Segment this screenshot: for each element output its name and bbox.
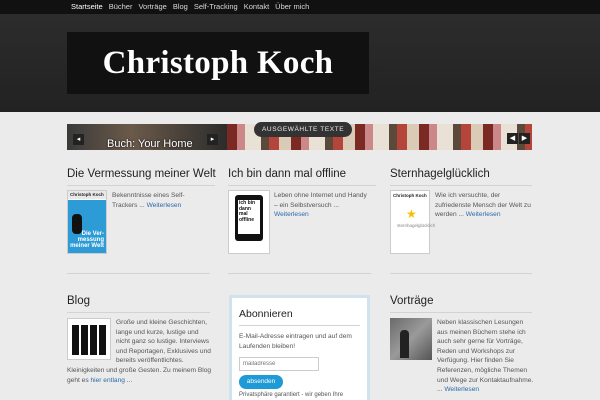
nav-item-buecher[interactable]: Bücher: [109, 0, 133, 14]
blog-description: Große und kleine Geschichten, lange und …: [67, 318, 212, 385]
talks-section: Vorträge: [390, 295, 532, 313]
logo-text: Christoph Koch: [102, 44, 334, 81]
book-description: Wie ich versuchte, der zufriedenste Mens…: [435, 191, 532, 220]
top-nav: Startseite Bücher Vorträge Blog Self-Tra…: [0, 0, 600, 14]
talks-description: Neben klassischen Lesungen aus meinen Bü…: [437, 318, 534, 395]
divider: [67, 312, 210, 313]
subscribe-inner: Abonnieren E-Mail-Adresse eintragen und …: [232, 298, 367, 400]
read-more-link[interactable]: Weiterlesen: [274, 211, 309, 218]
blog-section: Blog: [67, 295, 210, 313]
book-text: Leben ohne Internet und Handy – ein Selb…: [274, 192, 367, 209]
row-divider: [390, 273, 532, 274]
book-description: Bekenntnisse eines Self-Trackers ... Wei…: [112, 191, 200, 210]
cover-author: Christoph Koch: [68, 191, 106, 199]
star-icon: ★: [406, 207, 417, 221]
row-divider: [228, 273, 371, 274]
book-section-vermessung: Die Vermessung meiner Welt: [67, 168, 216, 186]
cover-title: ich bin dann mal offline: [238, 200, 260, 234]
site-header: Christoph Koch: [0, 14, 600, 112]
nav-list: Startseite Bücher Vorträge Blog Self-Tra…: [71, 0, 315, 14]
cover-author: Christoph Koch: [393, 193, 427, 198]
nav-item-ueber-mich[interactable]: Über mich: [275, 0, 309, 14]
book-title[interactable]: Ich bin dann mal offline: [228, 168, 376, 180]
book-description: Leben ohne Internet und Handy – ein Selb…: [274, 191, 372, 220]
nav-item-vortraege[interactable]: Vorträge: [138, 0, 166, 14]
blog-link[interactable]: hier entlang: [90, 377, 124, 384]
slide-caption[interactable]: Buch: Your Home: [107, 138, 193, 150]
book-cover-offline[interactable]: ich bin dann mal offline: [228, 190, 270, 254]
subscribe-title: Abonnieren: [239, 308, 293, 320]
blog-title[interactable]: Blog: [67, 295, 210, 307]
slider-prev-icon[interactable]: ◀: [507, 133, 518, 144]
book-cover-sternhagel[interactable]: Christoph Koch ★ sternhagelglücklich: [390, 190, 435, 254]
slider-prev-small-icon[interactable]: ◂: [73, 134, 84, 145]
book-section-offline: Ich bin dann mal offline: [228, 168, 376, 186]
float-spacer: [67, 318, 116, 362]
privacy-note: Privatsphäre garantiert - wir geben Ihre: [239, 392, 344, 399]
divider: [228, 185, 376, 186]
divider: [67, 185, 215, 186]
book-section-sternhagel: Sternhagelglücklich: [390, 168, 532, 186]
nav-item-startseite[interactable]: Startseite: [71, 0, 103, 14]
cover-title: sternhagelglücklich: [397, 223, 436, 228]
divider: [390, 185, 532, 186]
talks-photo[interactable]: [390, 318, 432, 360]
nav-item-kontakt[interactable]: Kontakt: [244, 0, 269, 14]
speaker-figure: [400, 330, 409, 358]
submit-button[interactable]: absenden: [239, 375, 283, 390]
subscribe-box: Abonnieren E-Mail-Adresse eintragen und …: [229, 295, 370, 400]
phone-icon: ich bin dann mal offline: [235, 195, 263, 241]
site-logo[interactable]: Christoph Koch: [67, 32, 369, 94]
email-field[interactable]: [239, 357, 319, 372]
talks-title[interactable]: Vorträge: [390, 295, 532, 307]
slider-next-small-icon[interactable]: ▸: [207, 134, 218, 145]
blog-ellipsis: ...: [124, 376, 133, 384]
nav-item-blog[interactable]: Blog: [173, 0, 188, 14]
book-cover-vermessung[interactable]: Christoph Koch Die Ver-messung meiner We…: [67, 190, 107, 254]
featured-slider: Buch: Your Home ◂ ▸ AUSGEWÄHLTE TEXTE ◀ …: [67, 122, 532, 150]
divider: [239, 325, 360, 326]
read-more-link[interactable]: Weiterlesen: [444, 386, 479, 393]
cover-body: Die Ver-messung meiner Welt: [68, 200, 106, 253]
divider: [390, 312, 532, 313]
nav-item-self-tracking[interactable]: Self-Tracking: [194, 0, 238, 14]
book-title[interactable]: Sternhagelglücklich: [390, 168, 532, 180]
row-divider: [67, 273, 210, 274]
slider-next-icon[interactable]: ▶: [519, 133, 530, 144]
read-more-link[interactable]: Weiterlesen: [466, 211, 501, 218]
cover-title: Die Ver-messung meiner Welt: [70, 231, 104, 249]
subscribe-text: E-Mail-Adresse eintragen und auf dem Lau…: [239, 333, 352, 350]
book-title[interactable]: Die Vermessung meiner Welt: [67, 168, 216, 180]
talks-text: Neben klassischen Lesungen aus meinen Bü…: [437, 319, 534, 394]
read-more-link[interactable]: Weiterlesen: [147, 202, 182, 209]
slider-tab-label[interactable]: AUSGEWÄHLTE TEXTE: [254, 122, 353, 137]
